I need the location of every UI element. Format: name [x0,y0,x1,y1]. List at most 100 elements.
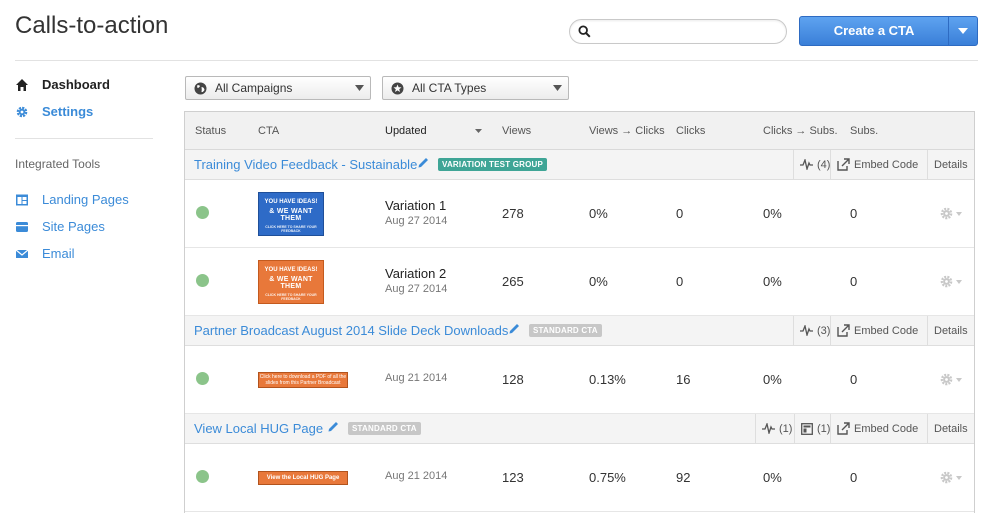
sidebar-item-landing-pages[interactable]: Landing Pages [15,192,129,207]
gear-icon[interactable] [940,471,966,484]
thumb-text: CLICK HERE TO SHARE YOUR FEEDBACK [265,293,317,301]
sidebar-item-label: Site Pages [42,219,105,234]
sort-down-icon[interactable] [475,129,482,133]
status-indicator [196,274,209,287]
table-row: YOU HAVE IDEAS! & WE WANT THEM CLICK HER… [185,180,974,248]
status-indicator [196,206,209,219]
create-cta-button[interactable]: Create a CTA [800,17,948,45]
thumb-text: CLICK HERE TO SHARE YOUR FEEDBACK [265,225,317,233]
home-icon [16,78,28,91]
pencil-icon[interactable] [417,156,430,169]
thumb-text: & WE WANT THEM [269,208,313,222]
cta-group-name-link[interactable]: Partner Broadcast August 2014 Slide Deck… [194,323,508,338]
views-value: 128 [502,372,524,387]
clicks-value: 0 [676,274,684,289]
details-label: Details [934,422,968,435]
embed-code-button[interactable]: Embed Code [830,150,928,179]
cta-group-header: Training Video Feedback - Sustainable VA… [185,150,974,180]
search-input[interactable] [596,23,776,40]
campaign-filter-select[interactable]: All Campaigns [185,76,371,100]
embed-code-label: Embed Code [854,324,919,337]
chevron-down-icon [553,85,562,91]
updated-date: Aug 27 2014 [385,215,448,227]
thumb-text: Click here to download a PDF of all the … [259,374,347,386]
table-header: Status CTA Updated Views Views → Clicks … [185,112,974,150]
sidebar-item-settings[interactable]: Settings [15,104,93,119]
sidebar-section-heading: Integrated Tools [15,157,101,171]
table-row: View the Local HUG Page Aug 21 2014 123 … [185,444,974,512]
activity-icon [800,325,813,336]
cta-type-filter-select[interactable]: All CTA Types [382,76,569,100]
cta-thumbnail[interactable]: Click here to download a PDF of all the … [258,372,348,388]
column-header-subs[interactable]: Subs. [850,125,878,137]
column-header-views-clicks[interactable]: Views → Clicks [589,125,665,137]
sidebar-item-dashboard[interactable]: Dashboard [15,77,110,92]
embed-code-label: Embed Code [854,158,919,171]
globe-icon [194,82,207,94]
clicks-value: 92 [676,470,691,485]
subs-value: 0 [850,372,858,387]
cta-type-badge: STANDARD CTA [529,324,602,337]
views-clicks-value: 0.75% [589,470,626,485]
activity-button[interactable]: (1) [755,414,795,443]
thumb-text: View the Local HUG Page [266,475,340,481]
external-link-icon [837,422,850,435]
gear-icon[interactable] [940,207,966,220]
embed-code-button[interactable]: Embed Code [830,414,928,443]
column-header-views[interactable]: Views [502,125,531,137]
cta-group-header: View Local HUG Page STANDARD CTA (1) (1)… [185,414,974,444]
cta-thumbnail[interactable]: View the Local HUG Page [258,471,348,485]
search-box[interactable] [569,19,787,44]
variation-title: Variation 2 [385,266,447,281]
chevron-down-icon [958,28,969,34]
activity-icon [800,159,813,170]
embed-code-button[interactable]: Embed Code [830,316,928,345]
details-button[interactable]: Details [927,414,974,443]
sidebar-item-email[interactable]: Email [15,246,75,261]
gear-icon [16,106,28,117]
thumb-text: YOU HAVE IDEAS! [264,267,318,273]
activity-icon [762,423,775,434]
activity-count: (1) [779,422,793,435]
create-cta-dropdown-toggle[interactable] [948,17,977,45]
status-indicator [196,372,209,385]
details-label: Details [934,324,968,337]
pages-button[interactable]: (1) [794,414,831,443]
sidebar-item-site-pages[interactable]: Site Pages [15,219,105,234]
sidebar-item-label: Settings [42,104,94,119]
page-layout-icon [801,422,813,435]
variation-title: Variation 1 [385,198,447,213]
status-indicator [196,470,209,483]
column-header-updated[interactable]: Updated [385,125,427,137]
gear-icon[interactable] [940,275,966,288]
sidebar-item-label: Dashboard [42,77,110,92]
external-link-icon [837,158,850,171]
updated-date: Aug 21 2014 [385,372,448,384]
clicks-value: 0 [676,206,684,221]
subs-value: 0 [850,206,858,221]
cta-thumbnail[interactable]: YOU HAVE IDEAS! & WE WANT THEM CLICK HER… [258,260,324,304]
gear-icon[interactable] [940,373,966,386]
column-header-cta[interactable]: CTA [258,125,279,137]
cta-type-badge: STANDARD CTA [348,422,421,435]
cta-group-name-link[interactable]: View Local HUG Page [194,421,323,436]
details-button[interactable]: Details [927,150,974,179]
cta-table: Status CTA Updated Views Views → Clicks … [184,111,975,513]
clicks-subs-value: 0% [763,372,782,387]
pencil-icon[interactable] [327,420,340,433]
subs-value: 0 [850,470,858,485]
column-header-clicks-subs[interactable]: Clicks → Subs. [763,125,838,137]
cta-thumbnail[interactable]: YOU HAVE IDEAS! & WE WANT THEM CLICK HER… [258,192,324,236]
views-value: 123 [502,470,524,485]
cta-type-icon [391,82,404,94]
column-header-status[interactable]: Status [195,125,226,137]
column-header-clicks[interactable]: Clicks [676,125,705,137]
updated-date: Aug 27 2014 [385,283,448,295]
chevron-down-icon [355,85,364,91]
details-button[interactable]: Details [927,316,974,345]
site-pages-icon [16,221,28,232]
activity-count: (3) [817,324,831,337]
pencil-icon[interactable] [508,322,521,335]
cta-group-name-link[interactable]: Training Video Feedback - Sustainable [194,157,417,172]
table-row: YOU HAVE IDEAS! & WE WANT THEM CLICK HER… [185,248,974,316]
